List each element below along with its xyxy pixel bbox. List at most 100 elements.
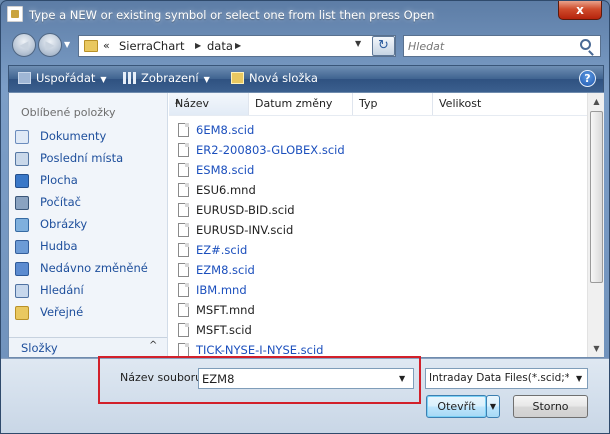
sidebar-item-recent-places[interactable]: Poslední místa <box>15 149 165 169</box>
address-overflow[interactable]: « <box>103 39 110 52</box>
list-item[interactable]: ER2-200803-GLOBEX.scid <box>174 140 414 160</box>
file-icon <box>178 123 189 137</box>
sidebar-item-public[interactable]: Veřejné <box>15 303 165 323</box>
file-name: IBM.mnd <box>196 283 247 297</box>
scroll-up-icon[interactable]: ▲ <box>589 94 604 109</box>
file-icon <box>178 163 189 177</box>
sidebar-item-computer[interactable]: Počítač <box>15 193 165 213</box>
column-header-name[interactable]: ▲ Název <box>169 93 249 115</box>
searches-icon <box>15 284 29 298</box>
vertical-scrollbar[interactable]: ▲ ▼ <box>587 93 604 357</box>
browser-content: Oblíbené položky Dokumenty Poslední míst… <box>8 92 604 358</box>
folders-toggle[interactable]: Složky ^ <box>9 337 167 357</box>
search-box[interactable] <box>403 35 601 57</box>
new-folder-icon <box>231 72 244 84</box>
column-header-size[interactable]: Velikost <box>433 93 587 115</box>
sidebar-item-music[interactable]: Hudba <box>15 237 165 257</box>
chevron-down-icon: ▼ <box>100 75 107 84</box>
highlight-frame <box>98 356 421 404</box>
sidebar-item-label: Veřejné <box>40 305 84 319</box>
file-name: MSFT.mnd <box>196 303 255 317</box>
sidebar-item-desktop[interactable]: Plocha <box>15 171 165 191</box>
file-icon <box>178 203 189 217</box>
file-name: 6EM8.scid <box>196 123 255 137</box>
open-button[interactable]: Otevřít <box>426 395 487 418</box>
command-toolbar: Uspořádat ▼ Zobrazení ▼ Nová složka ? <box>8 65 604 92</box>
file-icon <box>178 263 189 277</box>
file-list: ▲ Název Datum změny Typ Velikost 6EM8.sci… <box>169 93 587 357</box>
header-divider <box>169 115 587 116</box>
sidebar-item-searches[interactable]: Hledání <box>15 281 165 301</box>
column-label: Datum změny <box>255 97 333 110</box>
sidebar-item-recently-changed[interactable]: Nedávno změněné <box>15 259 165 279</box>
title-bar[interactable]: Type a NEW or existing symbol or select … <box>1 1 609 29</box>
breadcrumb-arrow-icon[interactable]: ▶ <box>195 41 201 50</box>
file-name: EZM8.scid <box>196 263 255 277</box>
new-folder-label: Nová složka <box>249 71 318 85</box>
sidebar-item-label: Dokumenty <box>40 129 107 143</box>
column-label: Velikost <box>439 97 482 110</box>
breadcrumb-data[interactable]: data <box>207 39 233 53</box>
file-name: TICK-NYSE-I-NYSE.scid <box>196 343 324 357</box>
list-item[interactable]: EZM8.scid <box>174 260 414 280</box>
sidebar-item-label: Poslední místa <box>40 151 124 165</box>
search-input[interactable] <box>408 38 568 54</box>
filetype-select[interactable]: Intraday Data Files(*.scid;*.mnd) ▼ <box>425 368 588 389</box>
open-options-button[interactable]: ▼ <box>486 395 500 418</box>
navigation-bar: ◀ ▶ ▼ « SierraChart ▶ data ▶ ▼ ↻ <box>1 29 609 63</box>
list-item[interactable]: EURUSD-BID.scid <box>174 200 414 220</box>
chevron-down-icon: ▼ <box>203 75 210 84</box>
search-icon[interactable] <box>580 39 591 50</box>
column-label: Typ <box>359 97 378 110</box>
pictures-icon <box>15 218 29 232</box>
address-bar[interactable]: « SierraChart ▶ data ▶ <box>78 35 396 57</box>
refresh-icon: ↻ <box>378 38 389 53</box>
file-name: ESM8.scid <box>196 163 255 177</box>
navigation-pane: Oblíbené položky Dokumenty Poslední míst… <box>9 93 168 357</box>
list-item[interactable]: MSFT.mnd <box>174 300 414 320</box>
list-item[interactable]: 6EM8.scid <box>174 120 414 140</box>
column-header-date[interactable]: Datum změny <box>249 93 353 115</box>
forward-button[interactable]: ▶ <box>38 33 62 57</box>
chevron-down-icon: ▼ <box>489 402 497 411</box>
breadcrumb-sierrachart[interactable]: SierraChart <box>119 39 184 53</box>
recently-changed-icon <box>15 262 29 276</box>
breadcrumb-arrow-icon[interactable]: ▶ <box>235 41 241 50</box>
new-folder-button[interactable]: Nová složka <box>231 71 318 85</box>
public-folder-icon <box>15 306 29 320</box>
sidebar-item-label: Nedávno změněné <box>40 261 148 275</box>
sidebar-item-pictures[interactable]: Obrázky <box>15 215 165 235</box>
file-name: ESU6.mnd <box>196 183 256 197</box>
list-item[interactable]: IBM.mnd <box>174 280 414 300</box>
open-file-dialog: Type a NEW or existing symbol or select … <box>0 0 610 434</box>
scrollbar-thumb[interactable] <box>590 111 603 283</box>
list-item[interactable]: MSFT.scid <box>174 320 414 340</box>
refresh-button[interactable]: ↻ <box>372 36 395 56</box>
documents-icon <box>15 130 29 144</box>
file-icon <box>178 343 189 357</box>
sidebar-item-label: Plocha <box>40 173 78 187</box>
chevron-down-icon: ▼ <box>576 374 583 383</box>
recent-pages-dropdown-icon[interactable]: ▼ <box>64 40 70 49</box>
help-icon[interactable]: ? <box>579 70 596 87</box>
back-arrow-icon: ◀ <box>19 38 29 52</box>
column-header-type[interactable]: Typ <box>353 93 433 115</box>
scroll-down-icon[interactable]: ▼ <box>589 341 604 356</box>
filetype-value: Intraday Data Files(*.scid;*.mnd) <box>429 372 569 384</box>
file-icon <box>178 143 189 157</box>
views-button[interactable]: Zobrazení ▼ <box>123 71 210 85</box>
organize-button[interactable]: Uspořádat ▼ <box>18 71 107 85</box>
file-name: EURUSD-INV.scid <box>196 223 294 237</box>
close-button[interactable]: x <box>558 1 602 20</box>
chevron-up-icon: ^ <box>149 340 158 351</box>
list-item[interactable]: EURUSD-INV.scid <box>174 220 414 240</box>
list-item[interactable]: ESU6.mnd <box>174 180 414 200</box>
sidebar-item-documents[interactable]: Dokumenty <box>15 127 165 147</box>
list-item[interactable]: ESM8.scid <box>174 160 414 180</box>
list-item[interactable]: EZ#.scid <box>174 240 414 260</box>
desktop-icon <box>15 174 29 188</box>
back-button[interactable]: ◀ <box>12 33 36 57</box>
cancel-button[interactable]: Storno <box>513 395 588 418</box>
address-dropdown-icon[interactable]: ▼ <box>355 39 361 48</box>
forward-arrow-icon: ▶ <box>45 38 55 52</box>
